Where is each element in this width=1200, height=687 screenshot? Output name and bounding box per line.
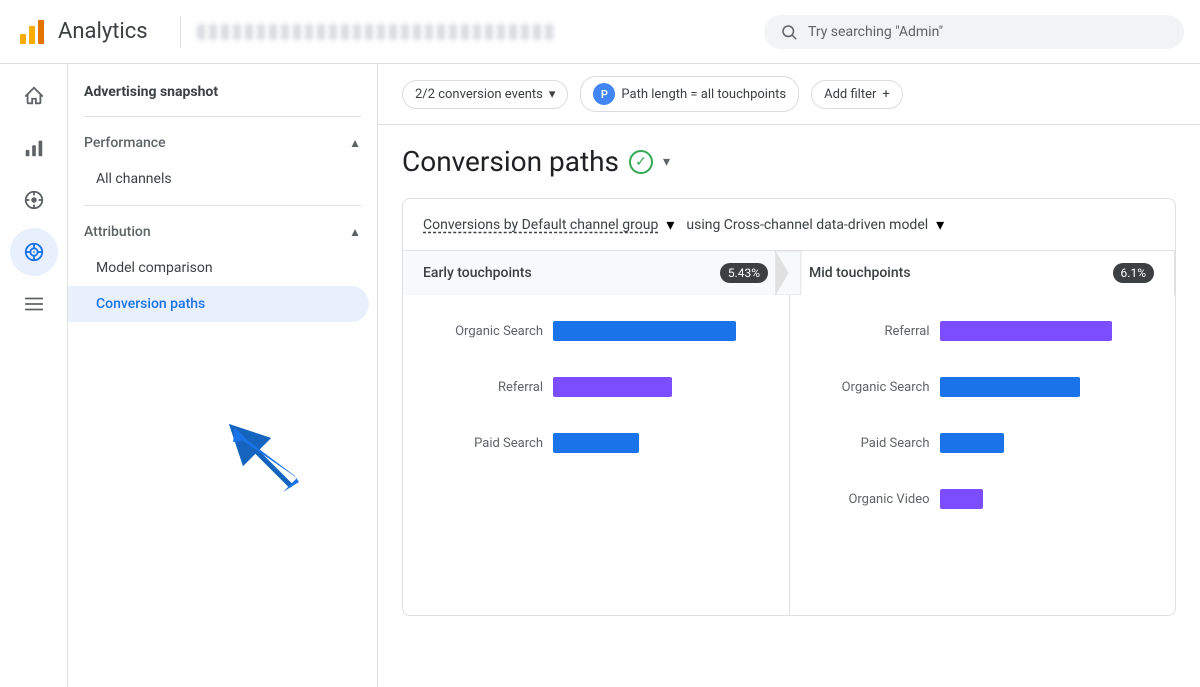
early-touchpoints-label: Early touchpoints <box>423 265 532 281</box>
sidebar-snapshot-header[interactable]: Advertising snapshot <box>68 72 377 108</box>
chart-model-label: using Cross-channel data-driven model <box>686 217 928 233</box>
bar-row-organic-search-right: Organic Search <box>790 371 1176 403</box>
early-touchpoints-segment: Early touchpoints 5.43% <box>403 251 789 295</box>
page-title-dropdown-icon[interactable]: ▾ <box>663 154 670 170</box>
sidebar-divider-1 <box>84 116 361 117</box>
bar-row-organic-video-right: Organic Video <box>790 483 1176 515</box>
bar-label-organic-search-left: Organic Search <box>423 324 543 339</box>
bar-label-organic-search-right: Organic Search <box>810 380 930 395</box>
chart-model-dropdown-icon[interactable]: ▾ <box>936 215 944 234</box>
performance-chevron-icon: ▲ <box>349 136 361 150</box>
bar-fill-referral-right <box>940 321 1112 341</box>
bar-fill-paid-search-right <box>940 433 1005 453</box>
attribution-section: Attribution ▲ Model comparison Conversio… <box>68 214 377 322</box>
verified-icon: ✓ <box>629 150 653 174</box>
add-filter-button[interactable]: Add filter + <box>811 80 903 109</box>
path-length-label: Path length = all touchpoints <box>621 87 786 102</box>
performance-section-label: Performance <box>84 135 166 151</box>
bar-container-paid-search-left <box>553 433 769 453</box>
bar-label-paid-search-right: Paid Search <box>810 436 930 451</box>
content-area: 2/2 conversion events ▾ P Path length = … <box>378 64 1200 687</box>
touchpoint-arrow-icon <box>774 251 802 295</box>
sidebar-item-conversion-paths[interactable]: Conversion paths <box>68 286 369 322</box>
early-touchpoints-badge: 5.43% <box>720 263 768 283</box>
search-bar[interactable]: Try searching "Admin" <box>764 15 1184 49</box>
performance-section-toggle[interactable]: Performance ▲ <box>68 125 377 161</box>
home-nav-icon[interactable] <box>10 72 58 120</box>
mid-touchpoints-segment: Mid touchpoints 6.1% <box>789 251 1175 295</box>
sidebar-item-model-comparison[interactable]: Model comparison <box>68 250 369 286</box>
app-title: Analytics <box>58 19 148 44</box>
bar-row-paid-search-left: Paid Search <box>403 427 789 459</box>
conversion-events-label: 2/2 conversion events <box>415 87 543 102</box>
attribution-chevron-icon: ▲ <box>349 225 361 239</box>
page-content: Conversion paths ✓ ▾ Conversions by Defa… <box>378 125 1200 687</box>
early-touchpoints-chart-panel: Organic Search Referral <box>403 295 790 615</box>
bar-container-organic-search-left <box>553 321 769 341</box>
touchpoints-bar: Early touchpoints 5.43% Mid touchpoints … <box>403 251 1175 295</box>
attribution-section-label: Attribution <box>84 224 151 240</box>
main-layout: Advertising snapshot Performance ▲ All c… <box>0 64 1200 687</box>
configure-nav-icon[interactable] <box>10 280 58 328</box>
bar-fill-organic-search-left <box>553 321 736 341</box>
performance-section: Performance ▲ All channels <box>68 125 377 197</box>
bar-row-organic-search-left: Organic Search <box>403 315 789 347</box>
bar-container-organic-search-right <box>940 377 1156 397</box>
bar-label-organic-video-right: Organic Video <box>810 492 930 507</box>
filter-bar: 2/2 conversion events ▾ P Path length = … <box>378 64 1200 125</box>
reports-nav-icon[interactable] <box>10 124 58 172</box>
sidebar-item-all-channels[interactable]: All channels <box>68 161 369 197</box>
bar-container-referral-right <box>940 321 1156 341</box>
advertising-nav-icon[interactable] <box>10 228 58 276</box>
attribution-section-toggle[interactable]: Attribution ▲ <box>68 214 377 250</box>
account-name-blurred <box>197 24 557 40</box>
conversion-events-dropdown-icon: ▾ <box>549 87 556 102</box>
explore-nav-icon[interactable] <box>10 176 58 224</box>
path-length-filter[interactable]: P Path length = all touchpoints <box>580 76 799 112</box>
logo-area: Analytics <box>16 16 148 48</box>
icon-rail <box>0 64 68 687</box>
header: Analytics Try searching "Admin" <box>0 0 1200 64</box>
add-filter-plus-icon: + <box>882 87 889 102</box>
chart-section: Conversions by Default channel group ▾ u… <box>402 198 1176 616</box>
bar-fill-referral-left <box>553 377 672 397</box>
page-title-row: Conversion paths ✓ ▾ <box>402 145 1176 178</box>
mid-touchpoints-badge: 6.1% <box>1113 263 1154 283</box>
mid-touchpoints-chart-panel: Referral Organic Search <box>790 295 1176 615</box>
bar-row-referral-right: Referral <box>790 315 1176 347</box>
sidebar-divider-2 <box>84 205 361 206</box>
bar-container-organic-video-right <box>940 489 1156 509</box>
bar-row-referral-left: Referral <box>403 371 789 403</box>
bar-container-paid-search-right <box>940 433 1156 453</box>
chart-header: Conversions by Default channel group ▾ u… <box>403 199 1175 251</box>
page-title: Conversion paths <box>402 145 619 178</box>
bar-fill-organic-search-right <box>940 377 1080 397</box>
add-filter-label: Add filter <box>824 87 876 102</box>
header-divider <box>180 16 181 48</box>
bar-fill-organic-video-right <box>940 489 983 509</box>
account-info <box>197 24 764 40</box>
chart-body: Organic Search Referral <box>403 295 1175 615</box>
bar-container-referral-left <box>553 377 769 397</box>
sidebar: Advertising snapshot Performance ▲ All c… <box>68 64 378 687</box>
path-length-p-icon: P <box>593 83 615 105</box>
bar-row-paid-search-right: Paid Search <box>790 427 1176 459</box>
search-icon <box>780 23 798 41</box>
bar-fill-paid-search-left <box>553 433 639 453</box>
chart-header-label: Conversions by Default channel group <box>423 217 658 233</box>
search-placeholder-text: Try searching "Admin" <box>808 24 943 40</box>
bar-label-referral-left: Referral <box>423 380 543 395</box>
bar-label-referral-right: Referral <box>810 324 930 339</box>
conversion-events-filter[interactable]: 2/2 conversion events ▾ <box>402 80 568 109</box>
analytics-logo-icon <box>16 16 48 48</box>
chart-group-dropdown-icon[interactable]: ▾ <box>666 215 674 234</box>
bar-label-paid-search-left: Paid Search <box>423 436 543 451</box>
mid-touchpoints-label: Mid touchpoints <box>809 265 911 281</box>
